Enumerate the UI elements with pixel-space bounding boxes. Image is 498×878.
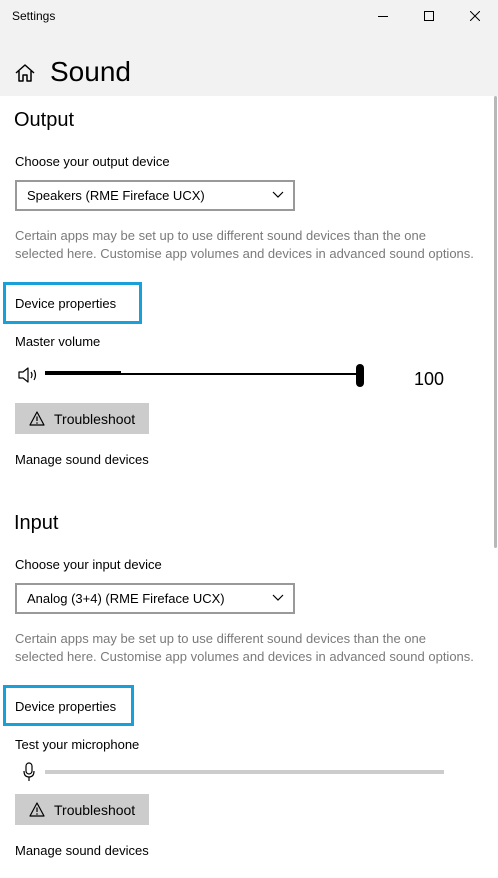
troubleshoot-label: Troubleshoot (54, 801, 136, 818)
master-volume-value: 100 (414, 369, 445, 389)
output-manage-sound-devices-link[interactable]: Manage sound devices (15, 452, 149, 467)
home-icon[interactable] (14, 62, 36, 84)
page-title: Sound (50, 56, 131, 87)
page-header: Sound (0, 32, 498, 96)
troubleshoot-label: Troubleshoot (54, 410, 136, 427)
output-device-properties-link[interactable]: Device properties (15, 296, 116, 311)
microphone-icon (23, 762, 35, 781)
input-note: Certain apps may be set up to use differ… (15, 631, 474, 664)
input-device-dropdown[interactable]: Analog (3+4) (RME Fireface UCX) (15, 583, 295, 614)
close-button[interactable] (452, 0, 498, 32)
title-bar: Settings (0, 0, 498, 32)
input-troubleshoot-button[interactable]: Troubleshoot (15, 794, 149, 825)
chevron-down-icon (272, 594, 284, 601)
master-volume-peak-meter (45, 371, 121, 375)
scrollbar[interactable] (494, 96, 497, 548)
warning-icon (29, 411, 45, 426)
test-microphone-label: Test your microphone (15, 737, 140, 752)
microphone-level-meter (45, 770, 444, 774)
settings-content (0, 96, 498, 878)
minimize-button[interactable] (360, 0, 406, 32)
output-troubleshoot-button[interactable]: Troubleshoot (15, 403, 149, 434)
maximize-icon (424, 11, 434, 21)
app-title: Settings (12, 9, 56, 23)
input-device-label: Choose your input device (15, 557, 162, 572)
minimize-icon (378, 16, 388, 17)
input-device-value: Analog (3+4) (RME Fireface UCX) (27, 591, 225, 606)
close-icon (470, 11, 480, 21)
input-device-properties-link[interactable]: Device properties (15, 699, 116, 714)
input-section-title: Input (14, 512, 59, 534)
input-manage-sound-devices-link[interactable]: Manage sound devices (15, 843, 149, 858)
output-device-label: Choose your output device (15, 154, 170, 169)
chevron-down-icon (272, 191, 284, 198)
output-device-properties-highlight: Device properties (3, 282, 142, 324)
output-device-value: Speakers (RME Fireface UCX) (27, 188, 205, 203)
speaker-icon[interactable] (18, 366, 40, 384)
master-volume-label: Master volume (15, 334, 101, 349)
warning-icon (29, 802, 45, 817)
output-device-dropdown[interactable]: Speakers (RME Fireface UCX) (15, 180, 295, 211)
maximize-button[interactable] (406, 0, 452, 32)
output-section-title: Output (14, 109, 75, 131)
output-note: Certain apps may be set up to use differ… (15, 228, 474, 261)
master-volume-thumb[interactable] (356, 364, 364, 387)
input-device-properties-highlight: Device properties (3, 685, 134, 726)
